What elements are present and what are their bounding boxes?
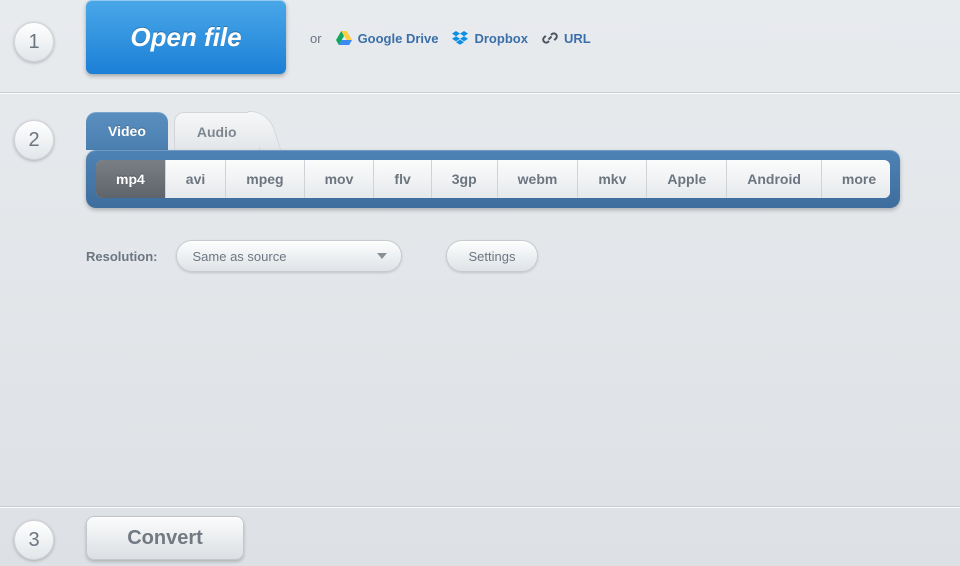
- dropbox-label: Dropbox: [474, 31, 527, 46]
- url-link[interactable]: URL: [542, 30, 591, 46]
- media-type-tabs: Video Audio: [86, 112, 260, 150]
- format-mkv[interactable]: mkv: [578, 160, 647, 198]
- format-webm[interactable]: webm: [498, 160, 579, 198]
- step-2: 2 Video Audio mp4 avi mpeg mov flv 3gp w…: [0, 92, 960, 506]
- format-mpeg[interactable]: mpeg: [226, 160, 304, 198]
- link-icon: [542, 30, 558, 46]
- format-mov[interactable]: mov: [305, 160, 375, 198]
- dropbox-icon: [452, 30, 468, 46]
- format-3gp[interactable]: 3gp: [432, 160, 498, 198]
- alt-sources: or Google Drive Dropbox URL: [310, 30, 591, 46]
- google-drive-link[interactable]: Google Drive: [336, 30, 439, 46]
- settings-button[interactable]: Settings: [446, 240, 539, 272]
- format-flv[interactable]: flv: [374, 160, 431, 198]
- google-drive-icon: [336, 30, 352, 46]
- convert-button[interactable]: Convert: [86, 516, 244, 560]
- chevron-down-icon: [377, 253, 387, 259]
- step-1: 1 Open file or Google Drive Dropbox URL: [0, 0, 960, 90]
- format-apple[interactable]: Apple: [647, 160, 727, 198]
- format-android[interactable]: Android: [727, 160, 822, 198]
- format-more-label: more: [842, 171, 876, 187]
- google-drive-label: Google Drive: [358, 31, 439, 46]
- resolution-label: Resolution:: [86, 249, 158, 264]
- or-label: or: [310, 31, 322, 46]
- tab-video[interactable]: Video: [86, 112, 168, 150]
- format-bar-container: mp4 avi mpeg mov flv 3gp webm mkv Apple …: [86, 150, 900, 208]
- step-badge-1: 1: [14, 22, 54, 62]
- format-bar: mp4 avi mpeg mov flv 3gp webm mkv Apple …: [96, 160, 890, 198]
- dropbox-link[interactable]: Dropbox: [452, 30, 527, 46]
- step-badge-3: 3: [14, 520, 54, 560]
- tab-audio[interactable]: Audio: [174, 112, 260, 150]
- url-label: URL: [564, 31, 591, 46]
- resolution-row: Resolution: Same as source Settings: [86, 240, 538, 272]
- step-badge-2: 2: [14, 120, 54, 160]
- resolution-select[interactable]: Same as source: [176, 240, 402, 272]
- step-3: 3 Convert: [0, 508, 960, 566]
- open-file-button[interactable]: Open file: [86, 0, 286, 74]
- resolution-value: Same as source: [193, 249, 287, 264]
- format-more[interactable]: more: [822, 160, 890, 198]
- format-avi[interactable]: avi: [166, 160, 226, 198]
- format-mp4[interactable]: mp4: [96, 160, 166, 198]
